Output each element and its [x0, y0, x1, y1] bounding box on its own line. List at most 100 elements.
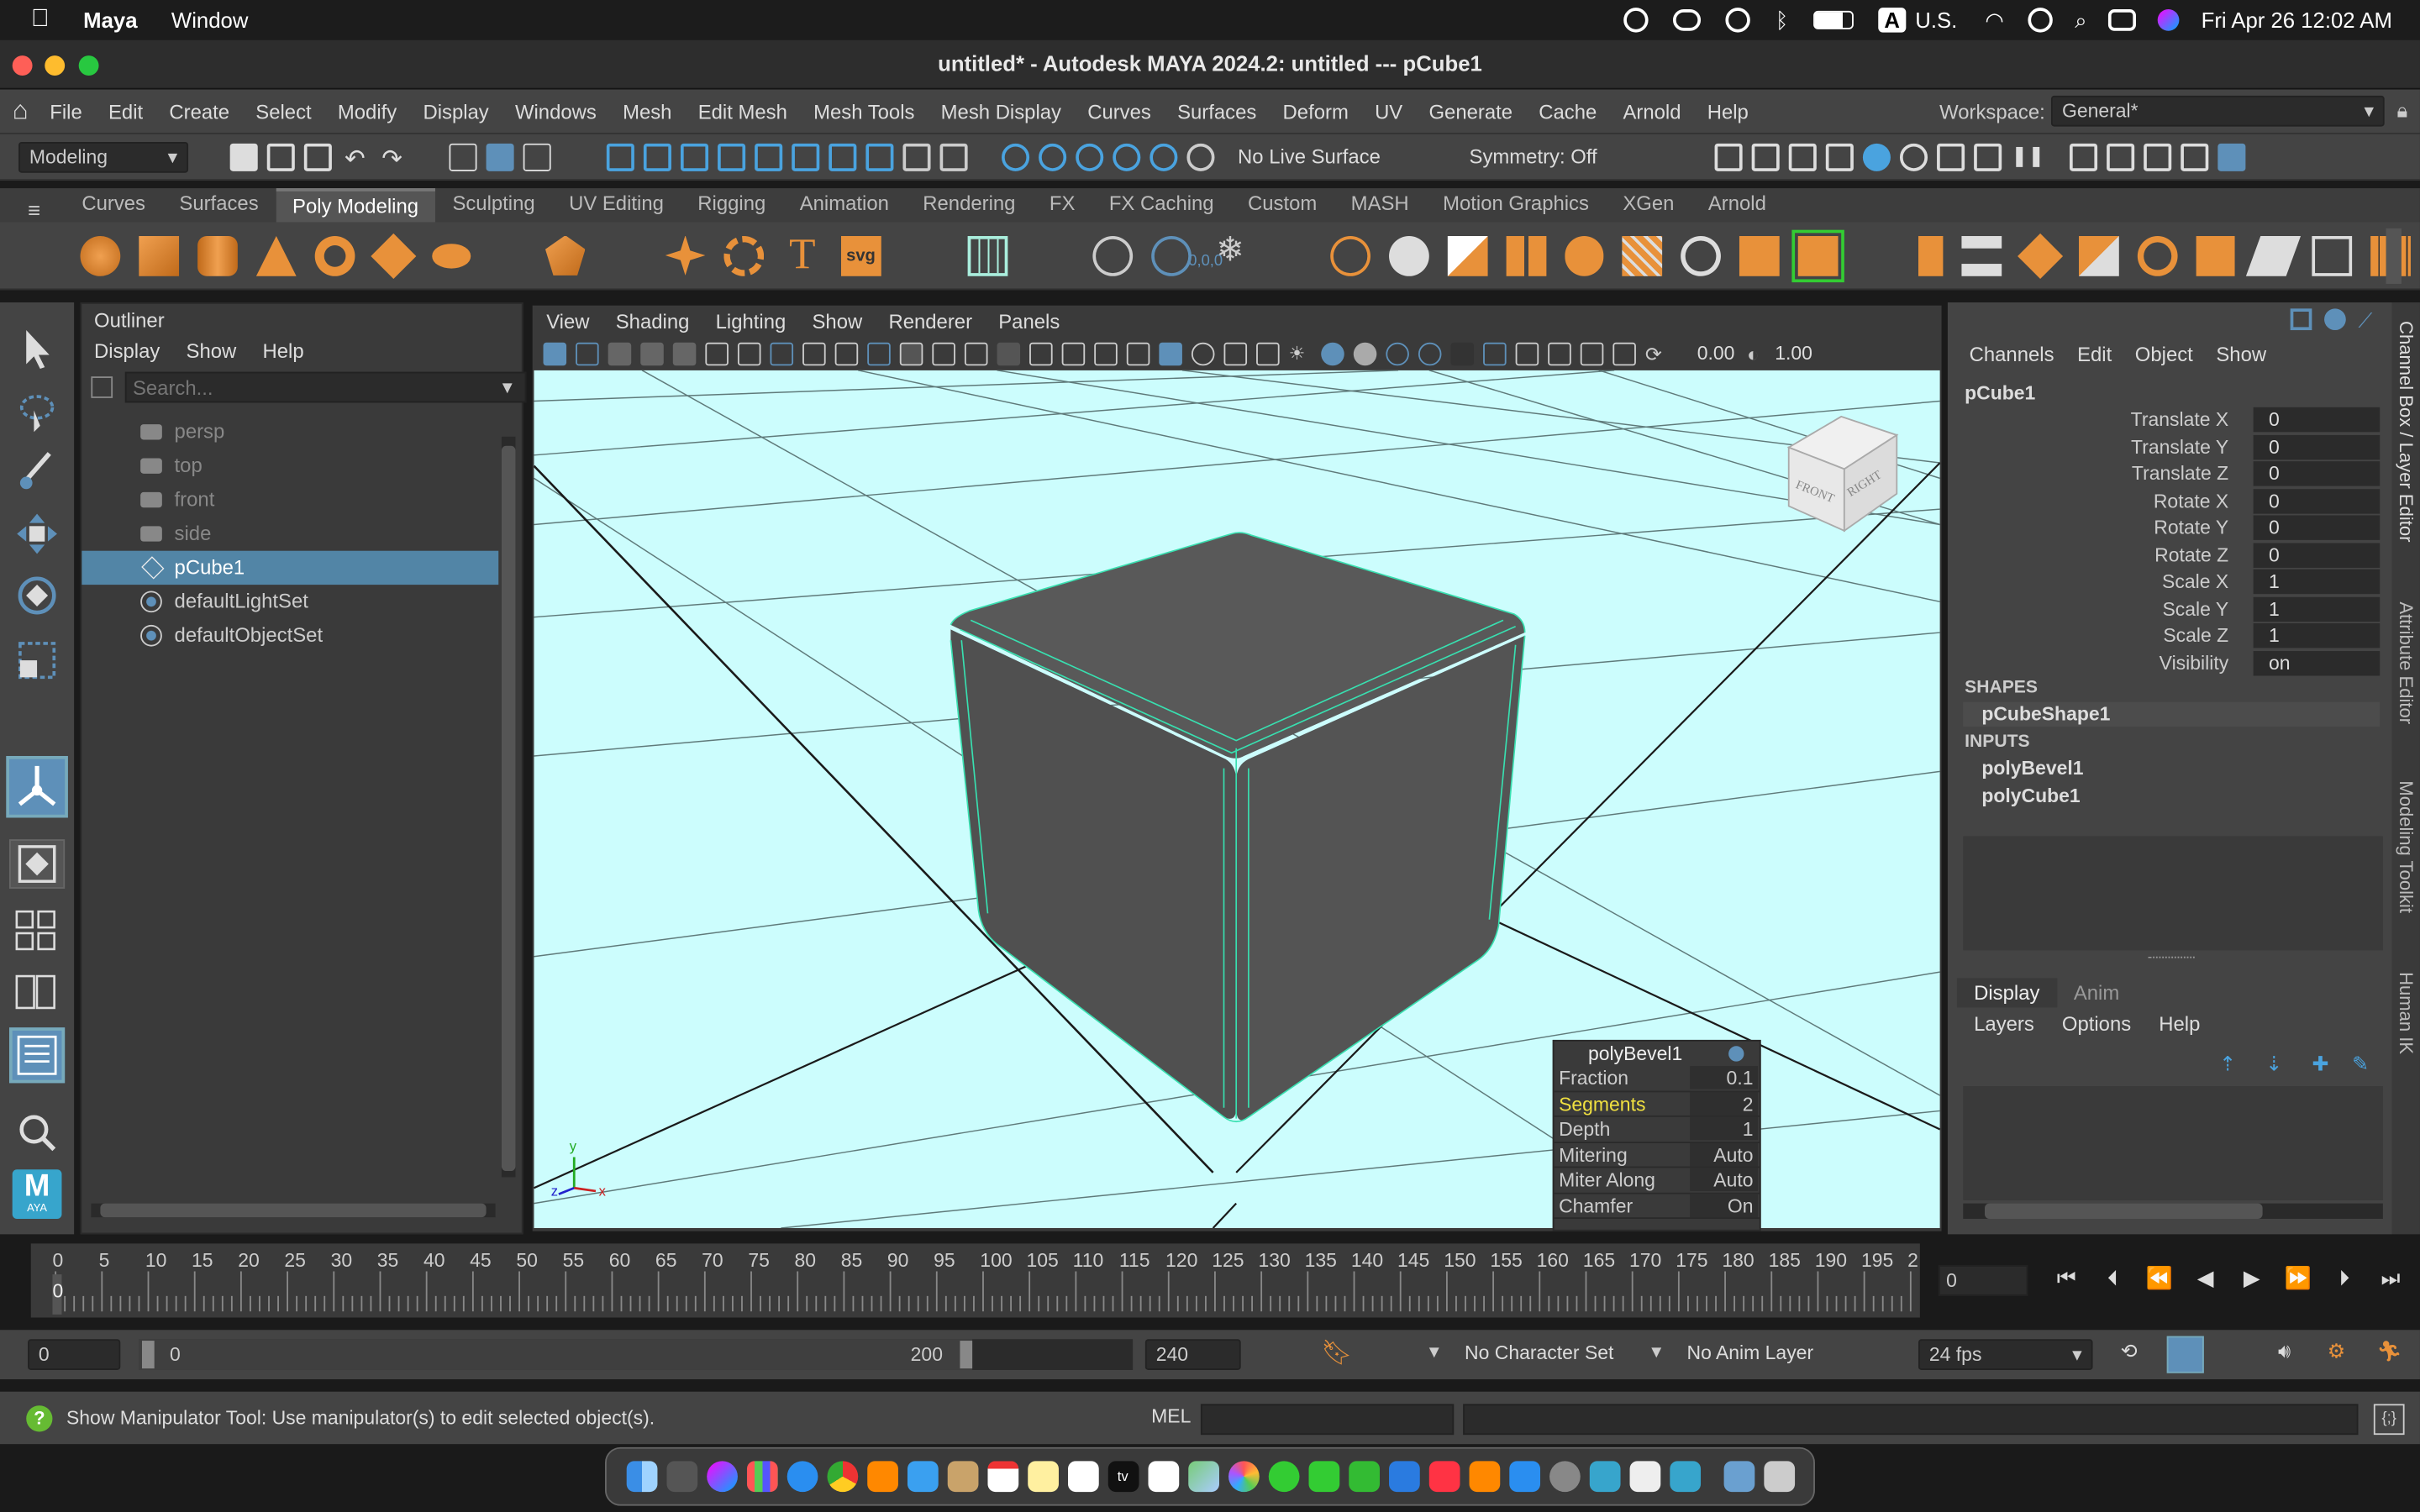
- show-manipulator-tool-button[interactable]: [6, 755, 68, 818]
- channel-box-menu-show[interactable]: Show: [2216, 343, 2266, 366]
- menu-modify[interactable]: Modify: [338, 99, 397, 123]
- menu-deform[interactable]: Deform: [1283, 99, 1349, 123]
- range-slider[interactable]: 0 200: [139, 1339, 1134, 1370]
- render-settings-icon[interactable]: [1825, 142, 1854, 171]
- step-forward-icon[interactable]: ⏵: [2321, 1265, 2367, 1291]
- screen-space-ao-icon[interactable]: [1353, 341, 1377, 365]
- outliner-item-defaultLightSet[interactable]: defaultLightSet: [82, 585, 498, 618]
- play-forward-icon[interactable]: ▶: [2228, 1265, 2275, 1291]
- snap-live-icon[interactable]: [1150, 142, 1178, 171]
- menu-uv[interactable]: UV: [1375, 99, 1402, 123]
- menu-windows[interactable]: Windows: [515, 99, 597, 123]
- freeform-icon[interactable]: [1067, 1461, 1098, 1493]
- chevron-down-icon[interactable]: ▾: [502, 375, 513, 399]
- safe-action-icon[interactable]: [802, 341, 826, 365]
- move-layer-up-icon[interactable]: ⇡: [2219, 1053, 2236, 1077]
- shelf-tab-motion-graphics[interactable]: Motion Graphics: [1426, 188, 1606, 222]
- numbers-icon[interactable]: [1348, 1461, 1380, 1493]
- shelf-tab-arnold[interactable]: Arnold: [1691, 188, 1783, 222]
- app-menu-window[interactable]: Window: [171, 8, 248, 32]
- channel-scale-z[interactable]: Scale Z 1: [1948, 623, 2392, 650]
- hud-icon[interactable]: [964, 341, 988, 365]
- camera-attributes-icon[interactable]: [543, 341, 567, 365]
- use-all-lights-icon[interactable]: ☀: [1289, 342, 1313, 365]
- outliner-item-pCube1[interactable]: pCube1: [82, 550, 499, 585]
- poly-torus-icon[interactable]: [314, 235, 355, 276]
- duplicate-face-icon[interactable]: [2246, 235, 2302, 276]
- clock[interactable]: Fri Apr 26 12:02 AM: [2202, 8, 2392, 32]
- separate-icon[interactable]: [1388, 235, 1429, 276]
- viewport-menu-renderer[interactable]: Renderer: [888, 309, 972, 333]
- maya-dock-icon[interactable]: [1669, 1461, 1701, 1493]
- shelf-tab-mash[interactable]: MASH: [1334, 188, 1425, 222]
- safe-title-icon[interactable]: [834, 341, 859, 365]
- mail-icon[interactable]: [907, 1461, 938, 1493]
- ipr-render-icon[interactable]: [1788, 142, 1817, 171]
- frame-selection-icon[interactable]: [1612, 341, 1636, 365]
- layer-tab-display[interactable]: Display: [1956, 977, 2057, 1007]
- new-scene-icon[interactable]: [229, 142, 258, 171]
- polybevel-row-segments[interactable]: Segments 2: [1554, 1091, 1760, 1117]
- battery-icon[interactable]: [1812, 10, 1854, 29]
- scale-tool-icon[interactable]: [13, 636, 62, 685]
- poly-cylinder-icon[interactable]: [197, 235, 238, 276]
- film-gate-icon[interactable]: [672, 341, 697, 365]
- outliner-item-top[interactable]: top: [82, 449, 498, 482]
- menu-surfaces[interactable]: Surfaces: [1177, 99, 1256, 123]
- chrome-icon[interactable]: [826, 1461, 858, 1493]
- apple-icon[interactable]: : [31, 6, 50, 34]
- outliner-menu-show[interactable]: Show: [187, 339, 237, 362]
- menu-cache[interactable]: Cache: [1539, 99, 1597, 123]
- layer-menu-help[interactable]: Help: [2159, 1012, 2200, 1036]
- menu-curves[interactable]: Curves: [1087, 99, 1151, 123]
- symmetry-dropdown[interactable]: Symmetry: Off: [1463, 145, 1679, 169]
- remesh-icon[interactable]: [1623, 235, 1663, 276]
- viewport-menu-view[interactable]: View: [546, 309, 589, 333]
- default-material-icon[interactable]: [1223, 341, 1248, 365]
- fill-hole-icon[interactable]: [1739, 235, 1781, 276]
- arnold-render-icon[interactable]: [1899, 142, 1928, 171]
- menu-create[interactable]: Create: [169, 99, 229, 123]
- shadows-icon[interactable]: [1321, 341, 1344, 365]
- resolution-gate-icon[interactable]: [705, 341, 729, 365]
- safari-icon[interactable]: [786, 1461, 818, 1493]
- channel-translate-y[interactable]: Translate Y 0: [1948, 434, 2392, 461]
- grease-pencil-icon[interactable]: [867, 341, 891, 365]
- step-forward-key-icon[interactable]: ⏩: [2275, 1265, 2321, 1291]
- triangulate-icon[interactable]: [2312, 235, 2353, 276]
- calculator-icon[interactable]: [666, 1461, 697, 1493]
- select-joint-mask-icon[interactable]: [643, 142, 671, 171]
- mirror-icon[interactable]: [1505, 235, 1546, 276]
- play-backward-icon[interactable]: ◀: [2182, 1265, 2228, 1291]
- sublime-text-icon[interactable]: [866, 1461, 898, 1493]
- facetime-icon[interactable]: [1307, 1461, 1339, 1493]
- siri-icon[interactable]: [2158, 9, 2180, 31]
- poly-cone-icon[interactable]: [255, 235, 297, 276]
- run-icon[interactable]: 🏃︎: [2377, 1339, 2402, 1363]
- layer-menu-options[interactable]: Options: [2062, 1012, 2131, 1036]
- color-management-icon[interactable]: [1580, 341, 1604, 365]
- script-editor-icon[interactable]: {;}: [2373, 1404, 2405, 1436]
- viewport-menu-show[interactable]: Show: [813, 309, 863, 333]
- xray-active-icon[interactable]: [1061, 341, 1086, 365]
- polybevel-row-depth[interactable]: Depth 1: [1554, 1116, 1760, 1143]
- attribute-editor-icon[interactable]: [2144, 142, 2172, 171]
- polybevel-row-mitering[interactable]: Mitering Auto: [1554, 1142, 1760, 1168]
- animation-preferences-icon[interactable]: ⚙: [2328, 1339, 2345, 1363]
- four-view-layout-button[interactable]: [9, 907, 65, 957]
- grid-toggle-icon[interactable]: [899, 341, 923, 365]
- shelf-menu-icon[interactable]: ≡: [28, 197, 40, 222]
- outliner-item-persp[interactable]: persp: [82, 415, 498, 449]
- shelf-tab-fx-caching[interactable]: FX Caching: [1092, 188, 1231, 222]
- select-object-icon[interactable]: [486, 142, 514, 171]
- textedit-icon[interactable]: [1628, 1461, 1660, 1493]
- channel-translate-x[interactable]: Translate X 0: [1948, 407, 2392, 434]
- input-node-polyCube1[interactable]: polyCube1: [1981, 785, 2083, 811]
- menu-mesh[interactable]: Mesh: [623, 99, 671, 123]
- channel-rotate-y[interactable]: Rotate Y 0: [1948, 515, 2392, 542]
- snap-view-plane-icon[interactable]: [1113, 142, 1141, 171]
- photos-icon[interactable]: [1228, 1461, 1259, 1493]
- xray-icon[interactable]: [1029, 341, 1053, 365]
- keyboard-layout[interactable]: U.S.: [1915, 8, 1957, 32]
- character-set-dropdown[interactable]: No Character Set: [1465, 1342, 1613, 1364]
